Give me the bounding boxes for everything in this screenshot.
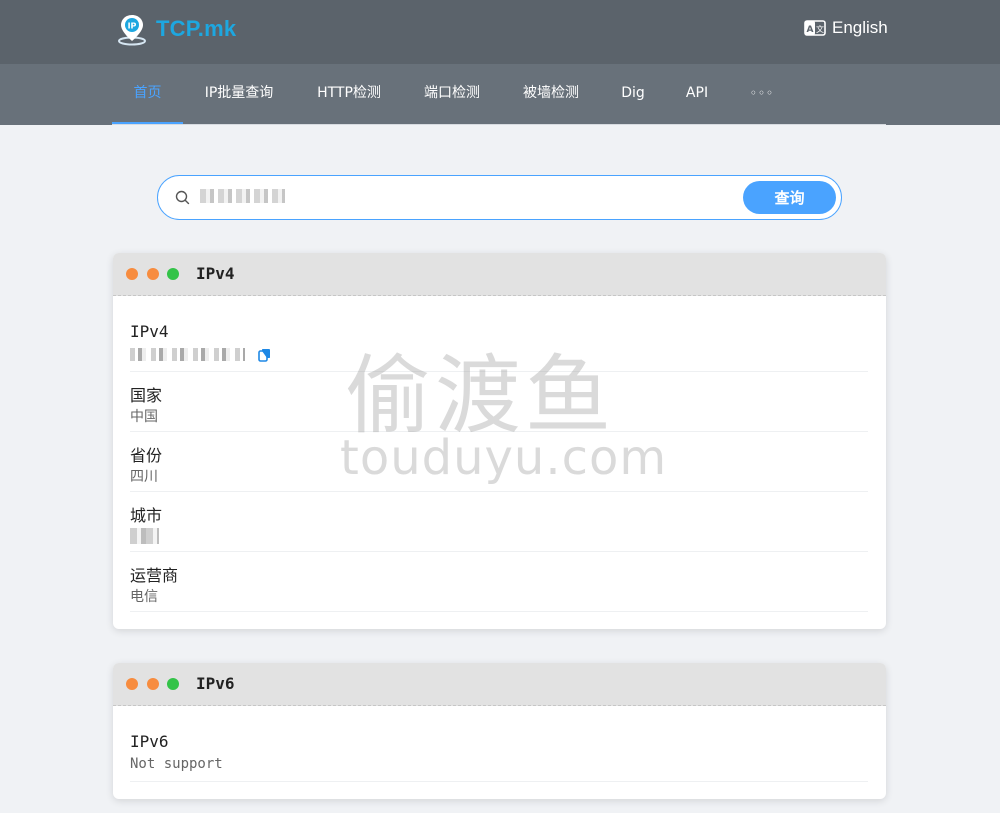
window-dot-icon [167,268,179,280]
nav-more-icon[interactable]: ◦◦◦ [749,64,775,124]
query-button[interactable]: 查询 [743,181,836,214]
card-header: IPv6 [113,663,886,706]
row-label: 国家 [130,386,163,405]
row-value: 中国 [130,409,158,425]
ipv6-card: IPv6 IPv6 Not support [113,663,886,799]
language-label: English [832,18,888,37]
row-label: 运营商 [130,566,179,585]
redacted-ip-value [130,348,245,361]
nav-item-api[interactable]: API [681,64,713,124]
row-label: IPv4 [130,322,169,341]
nav-item-ip-batch[interactable]: IP批量查询 [200,64,278,124]
window-dot-icon [167,678,179,690]
ip-pin-icon: IP [118,15,146,46]
info-row-isp: 运营商 电信 [130,552,868,612]
copy-icon[interactable] [258,348,271,362]
nav-menu: 首页 IP批量查询 HTTP检测 端口检测 被墙检测 Dig API ◦◦◦ [112,64,886,125]
card-title: IPv6 [196,674,235,693]
row-value: 电信 [130,589,158,605]
nav-item-http-check[interactable]: HTTP检测 [312,64,386,124]
svg-text:A: A [807,25,814,35]
logo-text: TCP.mk [156,16,237,41]
row-value: Not support [130,756,223,772]
search-icon [175,190,190,205]
watermark-latin: touduyu.com [340,430,668,486]
window-dot-icon [126,268,138,280]
card-header: IPv4 [113,253,886,296]
nav-bar: 首页 IP批量查询 HTTP检测 端口检测 被墙检测 Dig API ◦◦◦ [0,64,1000,125]
svg-text:IP: IP [128,22,137,31]
info-row-ipv6: IPv6 Not support [130,722,868,782]
svg-text:文: 文 [816,24,824,34]
info-row-city: 城市 [130,492,868,552]
row-label: 省份 [130,446,163,465]
nav-item-block-check[interactable]: 被墙检测 [520,64,582,124]
nav-item-port-check[interactable]: 端口检测 [421,64,483,124]
top-header: IP TCP.mk A 文 English [0,0,1000,64]
logo[interactable]: IP TCP.mk [116,12,236,46]
translate-icon: A 文 [804,20,826,36]
redacted-search-value [200,189,285,203]
redacted-city-value [130,528,159,544]
nav-item-dig[interactable]: Dig [617,64,649,124]
nav-item-home[interactable]: 首页 [112,64,183,124]
window-dot-icon [147,678,159,690]
row-label: IPv6 [130,732,169,751]
window-dot-icon [147,268,159,280]
row-value: 四川 [130,469,158,485]
card-title: IPv4 [196,264,235,283]
window-dot-icon [126,678,138,690]
language-switch[interactable]: A 文 English [804,18,888,38]
row-label: 城市 [130,506,163,525]
